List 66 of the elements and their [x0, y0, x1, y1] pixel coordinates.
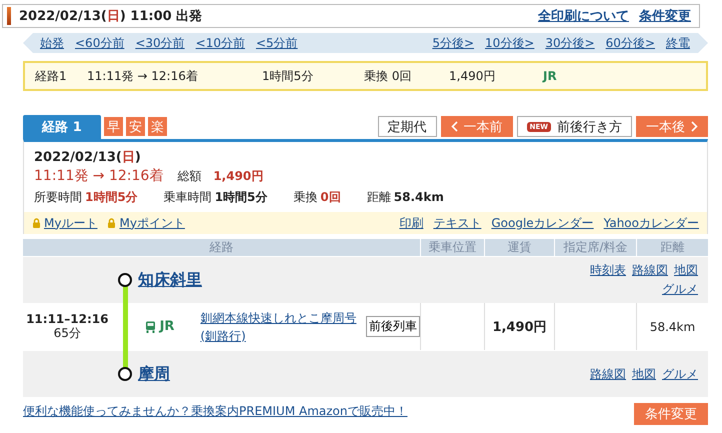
route-badge: 早	[104, 117, 123, 136]
station-marker-icon	[118, 367, 132, 381]
ride-duration: 65分	[54, 326, 81, 340]
save-link[interactable]: Myポイント	[119, 214, 185, 232]
adjacent-trains-button[interactable]: 前後列車	[366, 316, 420, 337]
commuter-pass-button[interactable]: 定期代	[378, 116, 437, 137]
station-info-link[interactable]: 路線図	[590, 366, 626, 382]
station-info-link[interactable]: 路線図	[632, 262, 668, 279]
header-link[interactable]: 全印刷について	[538, 7, 629, 25]
time-nav-link[interactable]: 10分後>	[485, 34, 534, 52]
tool-link[interactable]: 印刷	[399, 214, 424, 232]
tool-link[interactable]: テキスト	[433, 214, 482, 232]
stat-value: 58.4km	[394, 190, 444, 204]
stat-label: 乗車時間	[164, 189, 212, 206]
time-nav-link[interactable]: 終電	[666, 34, 690, 52]
tool-link[interactable]: Yahooカレンダー	[604, 214, 699, 232]
route-badge: 楽	[148, 117, 167, 136]
stat-value: 1時間5分	[85, 189, 138, 206]
total-fare: 1,490円	[213, 168, 264, 185]
route-transfers: 乗換 0回	[364, 68, 412, 84]
time-nav-link[interactable]: <30分前	[135, 34, 185, 52]
route-label: 経路1	[35, 68, 68, 84]
tool-link[interactable]: Googleカレンダー	[491, 214, 594, 232]
station-info-link[interactable]: グルメ	[662, 281, 698, 298]
route-summary[interactable]: 経路1 11:11発 → 12:16着 1時間5分 乗換 0回 1,490円 JR	[23, 61, 708, 91]
departure-title: 2022/02/13(日) 11:00 出発	[19, 8, 204, 25]
stat-label: 乗換	[293, 189, 318, 206]
route-duration: 1時間5分	[262, 68, 314, 84]
route-times: 11:11発 → 12:16着	[87, 68, 199, 84]
time-nav-link[interactable]: 60分後>	[606, 34, 655, 52]
column-header: 経路	[208, 239, 234, 256]
operator-name: JR	[160, 319, 174, 334]
time-nav-link[interactable]: <5分前	[256, 34, 298, 52]
route-date: 2022/02/13(日)	[33, 149, 142, 166]
train-link[interactable]: 釧網本線快速しれとこ摩周号	[200, 308, 366, 326]
promo-link[interactable]: 便利な機能使ってみませんか？乗換案内PREMIUM Amazonで販売中！	[23, 403, 408, 420]
route-operator: JR	[543, 69, 557, 83]
station-info-link[interactable]: グルメ	[662, 366, 698, 382]
accent-bar	[7, 7, 11, 25]
route-times: 11:11発 → 12:16着	[34, 167, 164, 185]
station-link[interactable]: 摩周	[138, 364, 583, 384]
time-nav-link[interactable]: <10分前	[196, 34, 245, 52]
header-link[interactable]: 条件変更	[639, 7, 691, 25]
ride-time: 11:11–12:16	[26, 313, 108, 326]
station-info-link[interactable]: 時刻表	[590, 262, 626, 279]
time-nav-link[interactable]: 始発	[40, 34, 64, 52]
total-label: 総額	[177, 168, 202, 185]
station-link[interactable]: 知床斜里	[138, 270, 583, 290]
save-link[interactable]: Myルート	[44, 214, 98, 232]
time-nav-link[interactable]: 30分後>	[545, 34, 595, 52]
route-badge: 安	[126, 117, 145, 136]
stat-value: 0回	[320, 189, 341, 206]
time-nav-link[interactable]: 5分後>	[432, 34, 474, 52]
stat-label: 所要時間	[34, 189, 82, 206]
station-info-link[interactable]: 地図	[632, 366, 656, 382]
station-marker-icon	[118, 273, 132, 287]
train-icon	[144, 320, 156, 332]
station-info-link[interactable]: 地図	[674, 262, 698, 279]
time-nav-link[interactable]: <60分前	[75, 34, 124, 52]
route-tab[interactable]: 経路 1	[23, 115, 101, 139]
chevron-left-icon	[450, 121, 458, 132]
stat-value: 1時間5分	[214, 189, 268, 206]
destination-link[interactable]: (釧路行)	[200, 326, 366, 344]
chevron-right-icon	[691, 121, 698, 132]
stat-label: 距離	[366, 189, 391, 206]
route-fare: 1,490円	[449, 68, 496, 84]
